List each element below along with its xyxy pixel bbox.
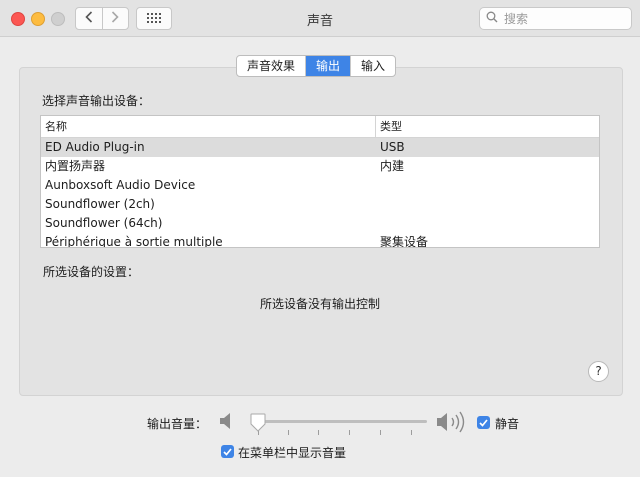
table-row[interactable]: Périphérique à sortie multiple 聚集设备 — [41, 233, 599, 248]
device-type: USB — [380, 140, 405, 154]
volume-slider-knob[interactable] — [250, 413, 266, 436]
device-name: Soundflower (2ch) — [45, 197, 155, 211]
table-row[interactable]: ED Audio Plug-in USB — [41, 138, 599, 157]
forward-button[interactable] — [103, 8, 129, 29]
chevron-right-icon — [111, 11, 119, 26]
title-bar: 声音 — [0, 0, 640, 37]
device-type — [376, 195, 380, 214]
close-button[interactable] — [11, 12, 25, 26]
table-row[interactable]: Soundflower (2ch) — [41, 195, 599, 214]
tab-input[interactable]: 输入 — [351, 56, 395, 76]
tab-output[interactable]: 输出 — [306, 56, 352, 76]
column-header-name[interactable]: 名称 — [41, 116, 376, 137]
mute-checkbox[interactable] — [477, 416, 490, 429]
slider-tick — [411, 430, 412, 435]
device-type: 内建 — [380, 159, 405, 173]
device-type — [376, 214, 380, 233]
show-volume-in-menubar-checkbox[interactable] — [221, 445, 234, 458]
show-all-button[interactable] — [136, 7, 172, 30]
back-button[interactable] — [76, 8, 103, 29]
speaker-low-icon — [219, 411, 233, 434]
tab-bar: 声音效果 输出 输入 — [236, 55, 397, 77]
no-controls-message: 所选设备没有输出控制 — [259, 297, 380, 311]
slider-tick — [288, 430, 289, 435]
search-input[interactable] — [502, 10, 616, 27]
tab-sound-effects[interactable]: 声音效果 — [237, 56, 307, 76]
device-type — [376, 176, 380, 195]
checkmark-icon — [223, 447, 232, 456]
nav-buttons — [75, 7, 129, 30]
device-name: 内置扬声器 — [45, 159, 106, 173]
checkmark-icon — [479, 418, 488, 427]
mute-label[interactable]: 静音 — [495, 415, 519, 432]
slider-tick — [318, 430, 319, 435]
table-header: 名称 类型 — [41, 116, 599, 138]
help-button[interactable]: ? — [588, 361, 609, 382]
search-field[interactable] — [479, 7, 632, 30]
column-header-type[interactable]: 类型 — [376, 116, 402, 137]
device-type: 聚集设备 — [380, 235, 429, 248]
table-row[interactable]: 内置扬声器 内建 — [41, 157, 599, 176]
grid-icon — [147, 12, 161, 26]
search-icon — [480, 11, 498, 26]
device-name: ED Audio Plug-in — [45, 140, 145, 154]
device-name: Aunboxsoft Audio Device — [45, 178, 196, 192]
speaker-high-icon — [436, 409, 470, 438]
output-volume-label: 输出音量： — [147, 417, 208, 431]
chevron-left-icon — [85, 11, 93, 26]
table-row[interactable]: Aunboxsoft Audio Device — [41, 176, 599, 195]
minimize-button[interactable] — [31, 12, 45, 26]
zoom-button — [51, 12, 65, 26]
slider-tick — [349, 430, 350, 435]
device-name: Périphérique à sortie multiple — [45, 235, 223, 248]
device-settings-label: 所选设备的设置： — [43, 265, 140, 279]
device-name: Soundflower (64ch) — [45, 216, 163, 230]
show-volume-in-menubar-label[interactable]: 在菜单栏中显示音量 — [238, 444, 346, 461]
volume-slider[interactable] — [253, 420, 427, 423]
slider-tick — [380, 430, 381, 435]
table-row[interactable]: Soundflower (64ch) — [41, 214, 599, 233]
output-device-label: 选择声音输出设备： — [42, 94, 151, 108]
output-device-table[interactable]: 名称 类型 ED Audio Plug-in USB 内置扬声器 内建 Aunb… — [40, 115, 600, 248]
